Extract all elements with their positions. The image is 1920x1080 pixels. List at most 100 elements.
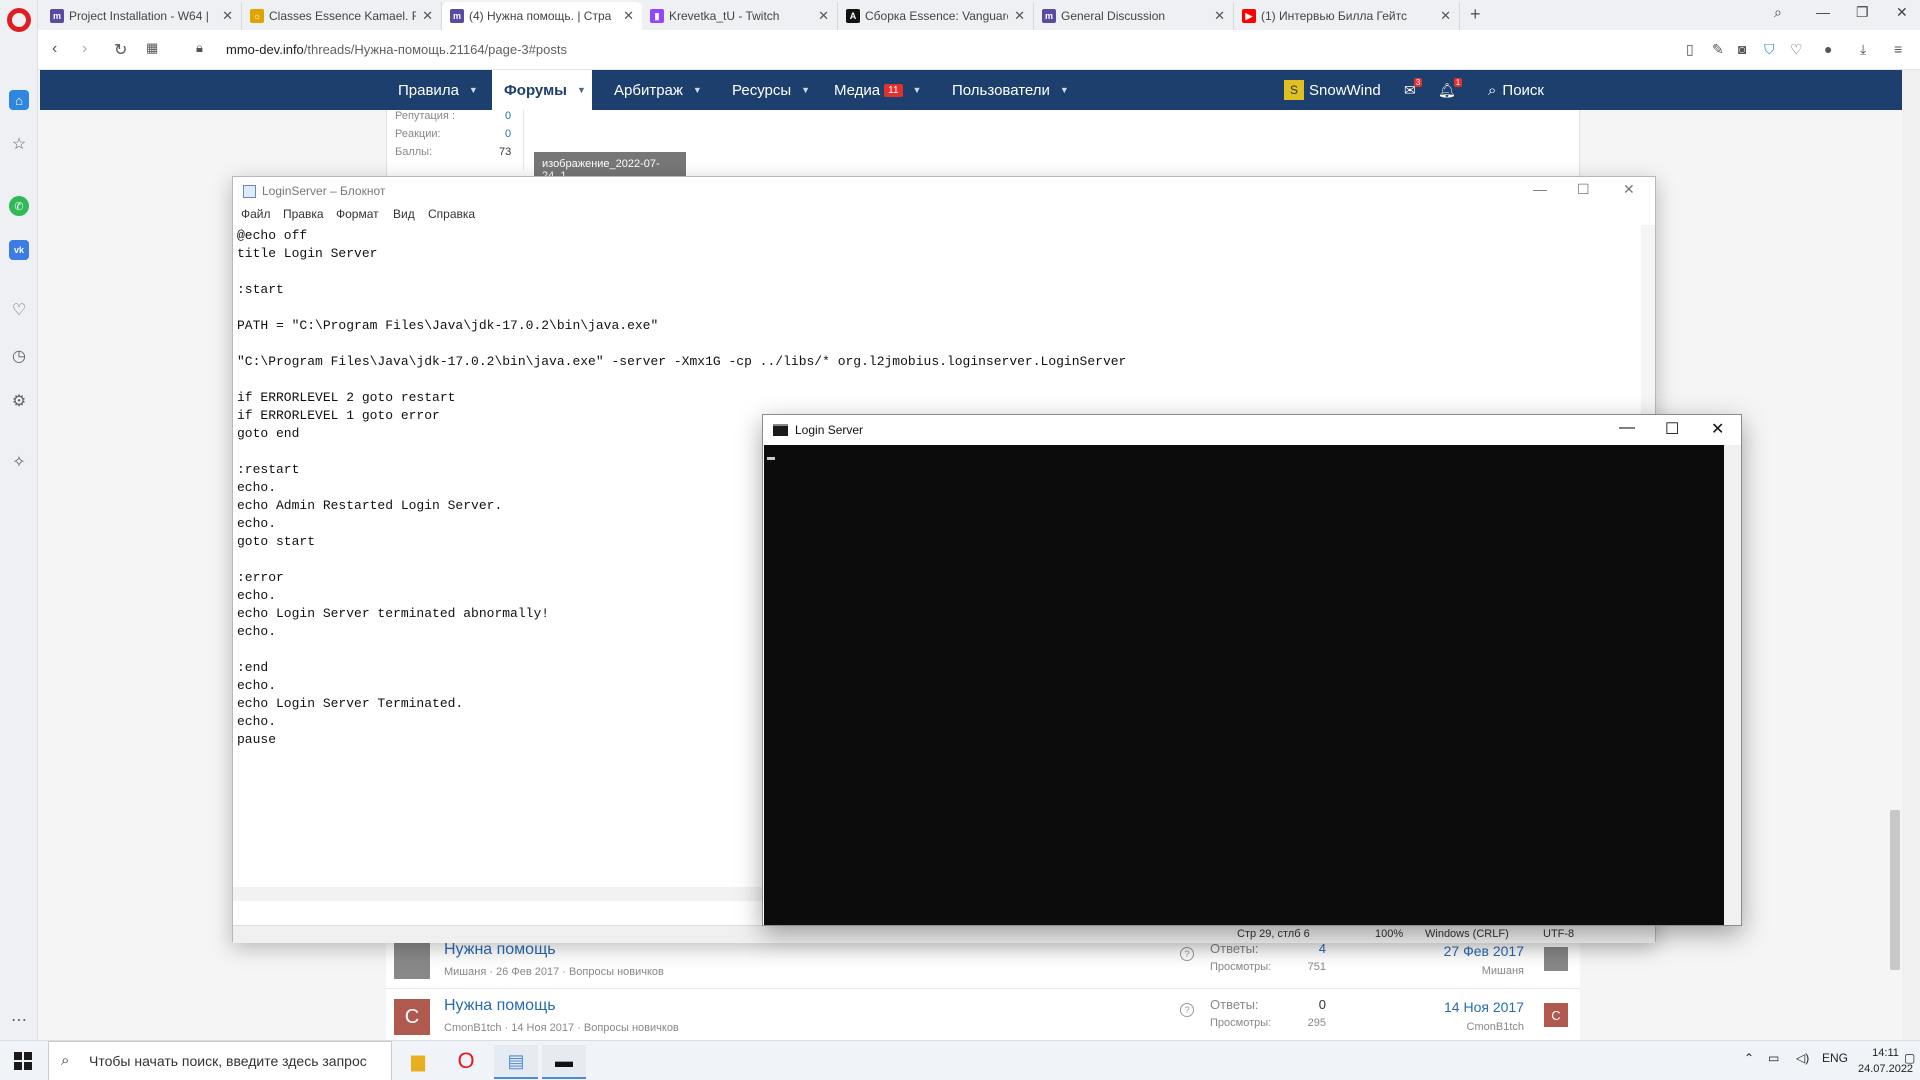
chevron-down-icon[interactable]: ▼ xyxy=(469,85,478,95)
maximize-icon[interactable]: ☐ xyxy=(1577,181,1590,198)
heart-icon[interactable]: ♡ xyxy=(9,300,29,320)
close-icon[interactable]: ✕ xyxy=(1623,181,1635,198)
heart-icon[interactable]: ♡ xyxy=(1790,41,1803,58)
tab-4[interactable]: A Сборка Essence: Vanguard ✕ xyxy=(838,2,1034,30)
file-explorer-icon[interactable]: ▆ xyxy=(396,1045,440,1079)
minimize-icon[interactable]: — xyxy=(1619,419,1635,437)
close-icon[interactable]: ✕ xyxy=(1214,8,1225,24)
last-post-date[interactable]: 14 Ноя 2017 xyxy=(1444,999,1524,1015)
opera-logo-icon[interactable] xyxy=(7,8,31,32)
nav-media[interactable]: Медиа 11 ▼ xyxy=(834,70,921,110)
notepad-app-icon xyxy=(243,185,256,198)
language-indicator[interactable]: ENG xyxy=(1822,1051,1848,1065)
thread-title[interactable]: Нужна помощь xyxy=(444,941,556,959)
lightbulb-icon[interactable]: ✧ xyxy=(9,452,29,472)
chevron-down-icon[interactable]: ▼ xyxy=(1060,85,1069,95)
menu-edit[interactable]: Правка xyxy=(283,207,324,221)
console-titlebar[interactable]: Login Server — ☐ ✕ xyxy=(763,415,1741,445)
console-scrollbar[interactable] xyxy=(1724,445,1741,925)
bell-icon[interactable]: 🔔︎ 1 xyxy=(1438,70,1468,110)
chevron-down-icon[interactable]: ▼ xyxy=(913,85,922,95)
last-post-user[interactable]: Мишаня xyxy=(1482,965,1524,977)
menu-help[interactable]: Справка xyxy=(428,207,475,221)
tab-2-active[interactable]: m (4) Нужна помощь. | Стра ✕ xyxy=(442,2,642,30)
menu-icon[interactable]: ≡ xyxy=(1894,41,1902,57)
forward-icon[interactable]: › xyxy=(82,40,87,58)
more-dots-icon[interactable]: ⋯ xyxy=(9,1010,29,1030)
attachment-thumbnail[interactable]: изображение_2022-07-24_1... xyxy=(534,152,686,182)
nav-rules[interactable]: Правила ▼ xyxy=(398,70,478,110)
menu-file[interactable]: Файл xyxy=(241,207,271,221)
profile-icon[interactable]: ● xyxy=(1824,41,1832,57)
page-scrollbar[interactable] xyxy=(1890,810,1900,970)
thread-title[interactable]: Нужна помощь xyxy=(444,997,556,1015)
speed-dial-grid-icon[interactable]: ▦ xyxy=(146,40,158,56)
notifications-icon[interactable]: ▢ xyxy=(1904,1051,1915,1065)
nav-resources[interactable]: Ресурсы ▼ xyxy=(732,70,810,110)
new-tab-plus-icon[interactable]: + xyxy=(1470,4,1481,25)
opera-taskbar-icon[interactable]: O xyxy=(444,1045,488,1079)
tab-1[interactable]: ☼ Classes Essence Kamael. Fe ✕ xyxy=(242,2,442,30)
camera-icon[interactable]: ◙ xyxy=(1738,41,1746,57)
vk-icon[interactable]: vk xyxy=(9,240,29,260)
close-icon[interactable]: ✕ xyxy=(222,8,233,24)
whatsapp-icon[interactable]: ✆ xyxy=(9,196,29,216)
home-icon[interactable]: ⌂ xyxy=(9,90,29,110)
tab-label: Сборка Essence: Vanguard xyxy=(865,9,1009,23)
close-icon[interactable]: ✕ xyxy=(623,8,634,24)
edit-icon[interactable]: ✎ xyxy=(1712,41,1724,58)
last-post-user[interactable]: CmonB1tch xyxy=(1467,1021,1524,1033)
nav-arbitrage[interactable]: Арбитраж ▼ xyxy=(614,70,702,110)
restore-icon[interactable]: ❐ xyxy=(1856,4,1869,21)
messages-icon[interactable]: ✉ 3 xyxy=(1404,70,1428,110)
volume-icon[interactable]: ◁) xyxy=(1796,1051,1809,1065)
settings-gear-icon[interactable]: ⚙ xyxy=(9,391,29,411)
windows-start-icon[interactable] xyxy=(14,1052,32,1070)
nav-users[interactable]: Пользователи ▼ xyxy=(952,70,1069,110)
tab-3[interactable]: ▮ Krevetka_tU - Twitch ✕ xyxy=(642,2,838,30)
avatar[interactable] xyxy=(394,943,430,979)
notepad-taskbar-icon[interactable]: ▤ xyxy=(494,1045,538,1079)
avatar[interactable]: C xyxy=(1544,1003,1568,1027)
close-icon[interactable]: ✕ xyxy=(422,8,433,24)
avatar[interactable]: C xyxy=(394,999,430,1035)
close-icon[interactable]: ✕ xyxy=(818,8,829,24)
url-field[interactable]: mmo-dev.info/threads/Нужна-помощь.21164/… xyxy=(226,42,567,57)
minimize-icon[interactable]: — xyxy=(1816,4,1830,20)
back-icon[interactable]: ‹ xyxy=(52,40,57,58)
close-icon[interactable]: ✕ xyxy=(1440,8,1451,24)
star-icon[interactable]: ☆ xyxy=(9,134,29,154)
table-row[interactable]: C Нужна помощь CmonB1tch · 14 Ноя 2017 ·… xyxy=(386,988,1580,1044)
nav-forums[interactable]: Форумы ▼ xyxy=(492,70,592,110)
chevron-down-icon[interactable]: ▼ xyxy=(801,85,810,95)
search-tabs-icon[interactable]: ⌕ xyxy=(1774,4,1782,21)
menu-view[interactable]: Вид xyxy=(393,207,415,221)
history-clock-icon[interactable]: ◷ xyxy=(9,346,29,366)
reader-icon[interactable]: ▯ xyxy=(1686,41,1694,58)
download-icon[interactable]: ⤓ xyxy=(1860,41,1866,58)
console-taskbar-icon[interactable]: ▬ xyxy=(542,1045,586,1079)
reload-icon[interactable]: ↻ xyxy=(114,40,127,60)
taskbar-search[interactable]: ⌕ Чтобы начать поиск, введите здесь запр… xyxy=(48,1041,392,1080)
chevron-up-icon[interactable]: ⌃ xyxy=(1744,1051,1754,1065)
tab-0[interactable]: m Project Installation - W64 | ✕ xyxy=(42,2,242,30)
chevron-down-icon[interactable]: ▼ xyxy=(693,85,702,95)
minimize-icon[interactable]: — xyxy=(1533,181,1547,197)
network-icon[interactable]: ▭ xyxy=(1768,1051,1779,1065)
close-window-icon[interactable]: ✕ xyxy=(1896,4,1908,21)
user-menu[interactable]: S SnowWind xyxy=(1284,70,1381,110)
tab-6[interactable]: ▶ (1) Интервью Билла Гейтс ✕ xyxy=(1234,2,1460,30)
close-icon[interactable]: ✕ xyxy=(1711,419,1724,439)
vpn-shield-icon[interactable]: ⛉ xyxy=(1764,41,1775,58)
search-button[interactable]: ⌕ Поиск xyxy=(1488,70,1544,110)
last-post-date[interactable]: 27 Фев 2017 xyxy=(1444,943,1524,959)
avatar[interactable] xyxy=(1544,947,1568,971)
notepad-titlebar[interactable]: LoginServer – Блокнот — ☐ ✕ xyxy=(233,177,1655,205)
chevron-down-icon[interactable]: ▼ xyxy=(577,85,586,95)
tab-5[interactable]: m General Discussion ✕ xyxy=(1034,2,1234,30)
maximize-icon[interactable]: ☐ xyxy=(1665,419,1679,439)
views-count: 751 xyxy=(1307,961,1326,973)
menu-format[interactable]: Формат xyxy=(336,207,379,221)
console-output[interactable] xyxy=(764,445,1724,925)
close-icon[interactable]: ✕ xyxy=(1014,8,1025,24)
